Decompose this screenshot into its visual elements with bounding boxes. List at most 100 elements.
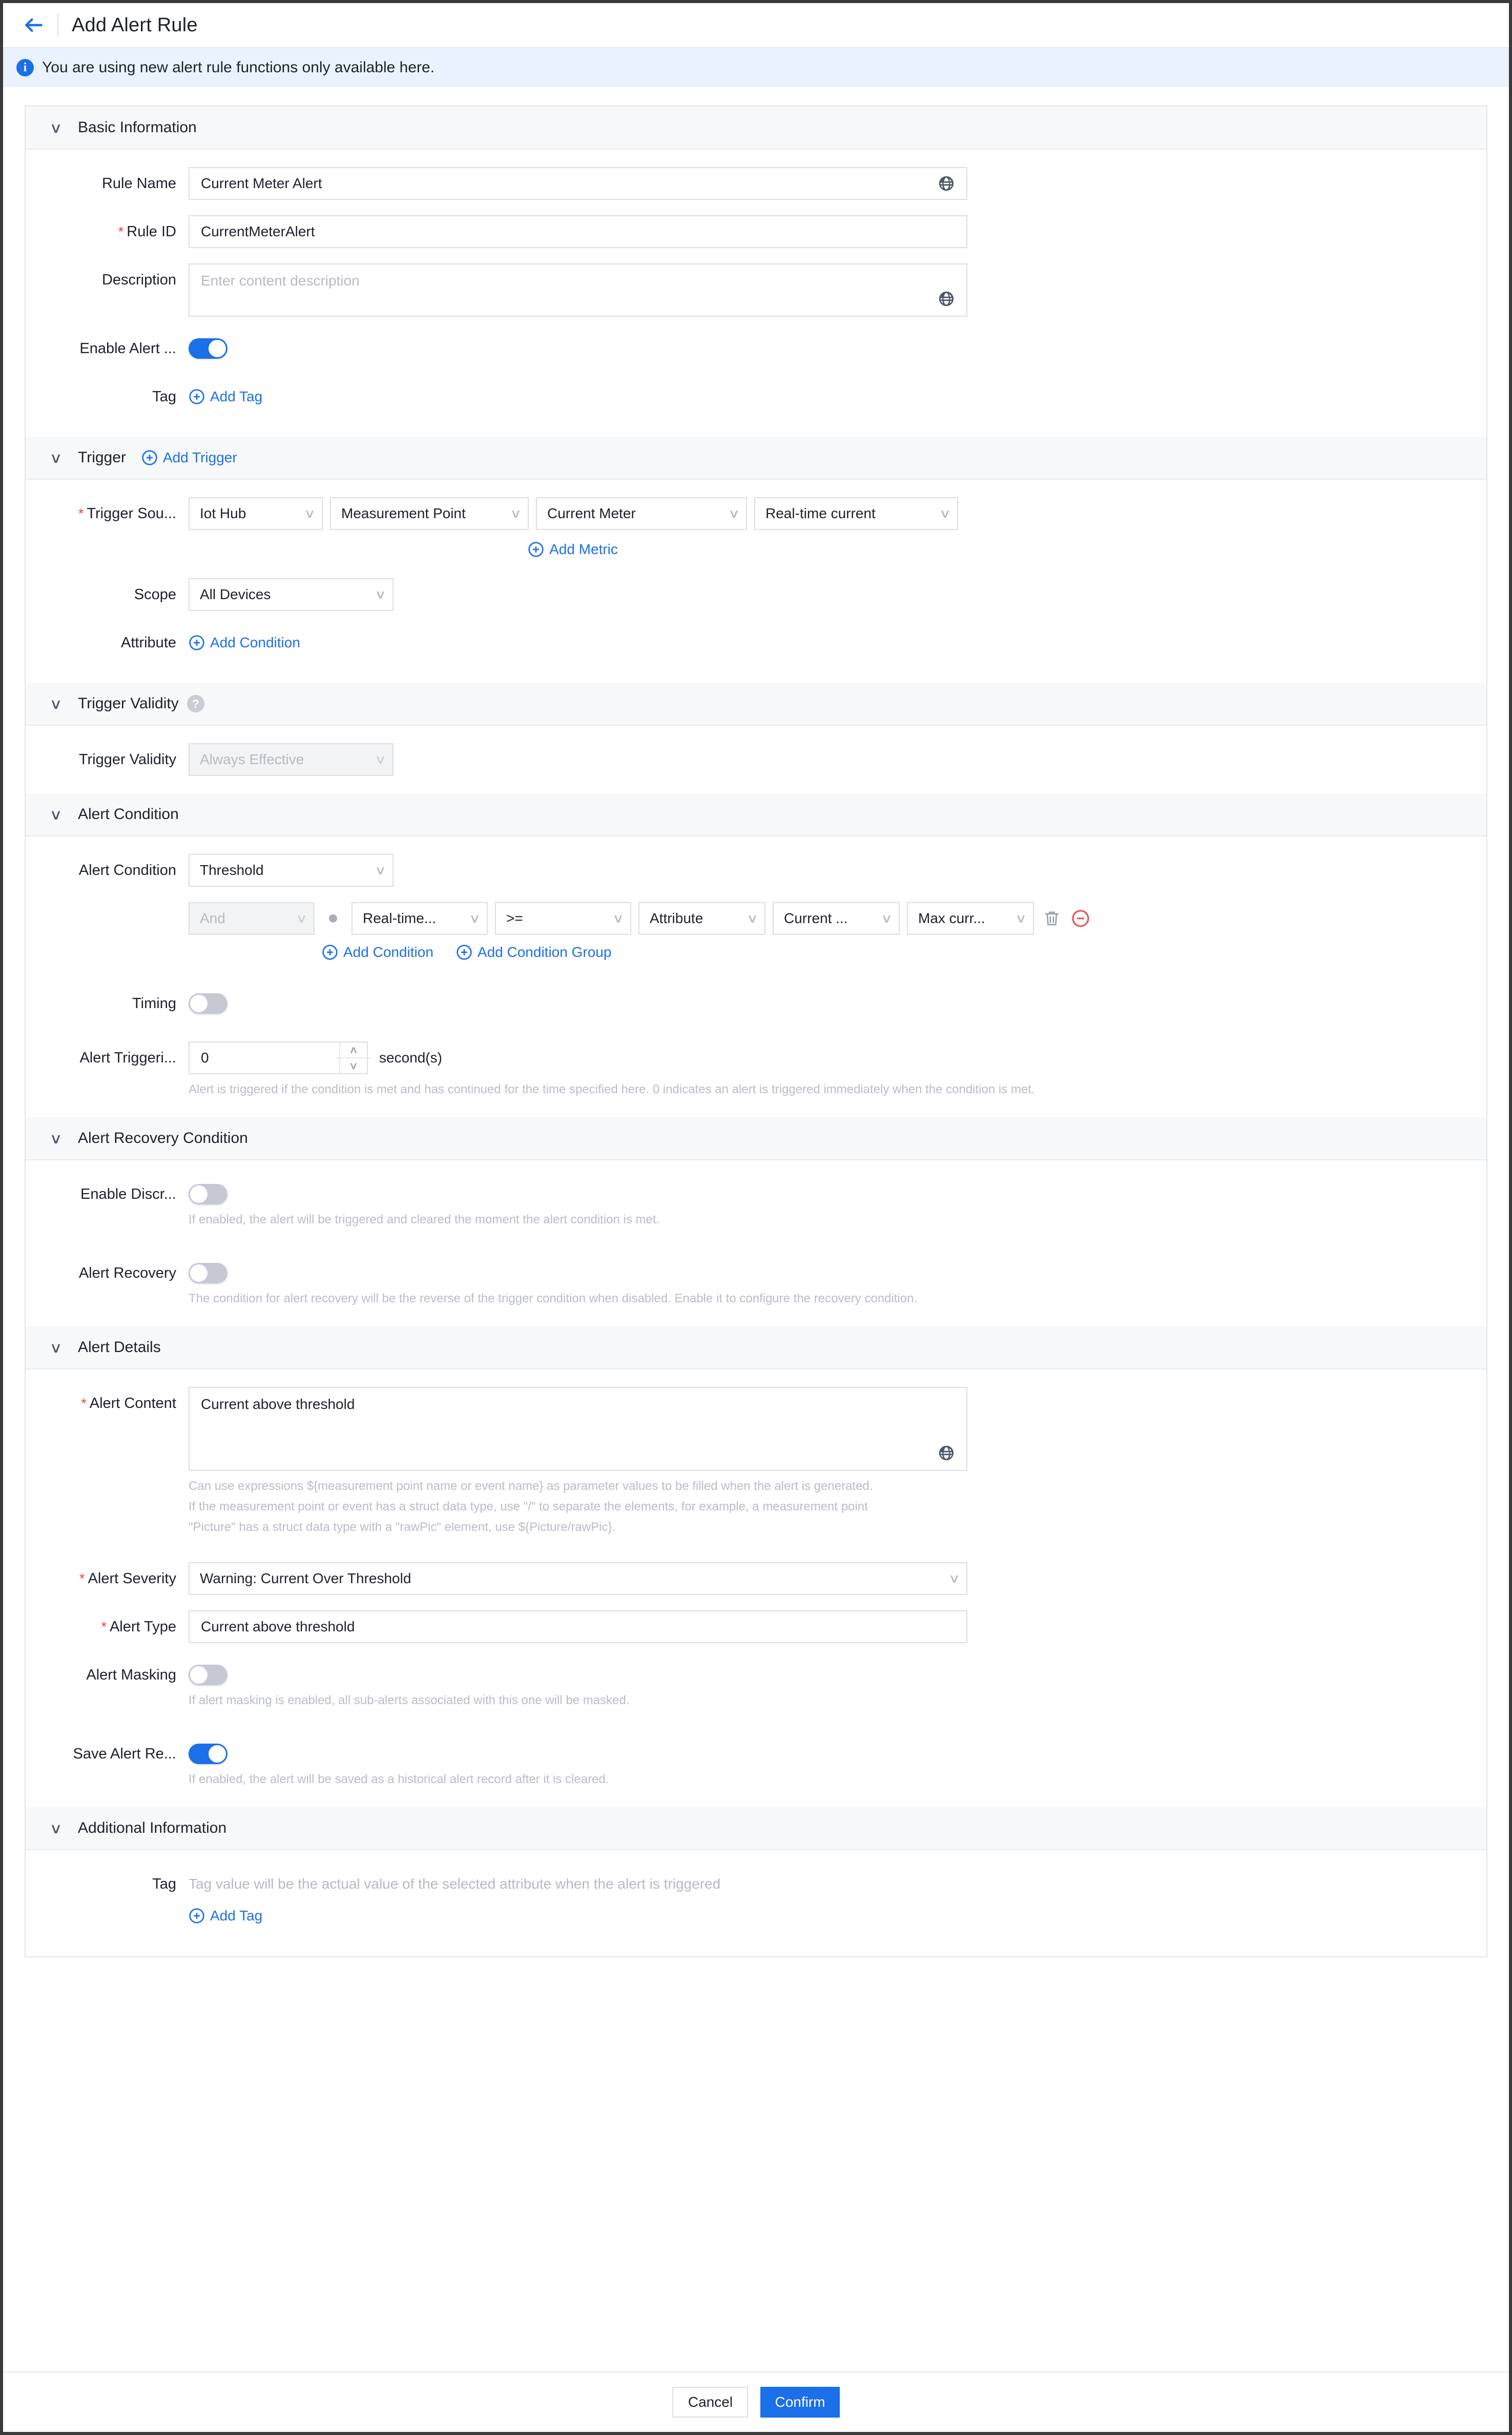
alert-condition-type-select[interactable]: Threshold ∨ [189,854,393,887]
field-row-rule-name: Rule Name Current Meter Alert [26,167,1486,200]
description-textarea[interactable]: Enter content description [189,263,967,317]
field-row-scope: Scope All Devices ∨ [26,578,1486,611]
alert-type-input[interactable]: Current above threshold [189,1610,967,1643]
section-title: Basic Information [78,119,197,136]
chevron-down-icon: ∨ [469,911,481,926]
condition-operator-select[interactable]: >= ∨ [495,902,631,935]
condition-object-select[interactable]: Current ... ∨ [773,902,900,935]
section-header-alert-condition[interactable]: ∨ Alert Condition [26,793,1486,836]
trash-icon[interactable] [1041,908,1063,929]
save-alert-record-toggle[interactable] [189,1744,227,1764]
rule-id-label: * Rule ID [118,223,176,240]
section-title: Alert Condition [78,806,179,823]
enable-discrete-toggle[interactable] [189,1184,227,1204]
add-trigger-button[interactable]: Add Trigger [141,449,237,466]
info-banner: i You are using new alert rule functions… [3,48,1509,87]
alert-triggering-time-stepper[interactable]: 0 ∧ ∨ [189,1041,371,1074]
section-header-trigger[interactable]: ∨ Trigger Add Trigger [26,437,1486,480]
field-row-trigger-source: * Trigger Sou... Iot Hub ∨ Measurement Poi… [26,497,1486,558]
scope-select[interactable]: All Devices ∨ [189,578,393,611]
add-tag-button[interactable]: Add Tag [189,1908,262,1924]
rule-name-input[interactable]: Current Meter Alert [189,167,967,200]
cancel-button[interactable]: Cancel [672,2387,749,2418]
chevron-down-icon: ∨ [612,911,625,926]
additional-tag-label: Tag [152,1876,176,1892]
alert-content-help-line-1: Can use expressions ${measurement point … [189,1479,873,1493]
chevron-down-icon: ∨ [49,1820,63,1836]
trigger-validity-select[interactable]: Always Effective ∨ [189,743,393,776]
add-metric-button[interactable]: Add Metric [528,541,618,558]
alert-recovery-toggle[interactable] [189,1263,227,1283]
alert-triggering-time-help: Alert is triggered if the condition is m… [189,1082,1035,1096]
stepper-arrows[interactable]: ∧ ∨ [336,1042,371,1073]
condition-source-select[interactable]: Attribute ∨ [638,902,765,935]
condition-object-value: Current ... [784,910,848,926]
trigger-source-select-3[interactable]: Current Meter ∨ [536,497,747,530]
chevron-down-icon[interactable]: ∨ [336,1058,371,1073]
field-row-timing: Timing [26,987,1486,1020]
timing-toggle[interactable] [189,993,227,1014]
help-icon[interactable]: ? [187,695,204,712]
chevron-down-icon: ∨ [49,1130,63,1147]
field-row-tag: Tag Add Tag [26,380,1486,419]
trigger-source-select-2[interactable]: Measurement Point ∨ [330,497,529,530]
section-header-basic-information[interactable]: ∨ Basic Information [26,107,1486,150]
section-header-alert-recovery-condition[interactable]: ∨ Alert Recovery Condition [26,1117,1486,1160]
form-card: ∨ Basic Information Rule Name Current Me… [25,106,1487,1957]
trigger-source-select-4[interactable]: Real-time current ∨ [754,497,958,530]
section-header-additional-information[interactable]: ∨ Additional Information [26,1807,1486,1850]
tag-label: Tag [152,388,176,405]
alert-content-help-line-3: "Picture" has a struct data type with a … [189,1520,616,1534]
alert-masking-toggle[interactable] [189,1665,227,1685]
add-condition-button[interactable]: Add Condition [189,626,300,659]
arrow-left-icon[interactable] [22,13,46,37]
required-marker: * [79,1571,85,1586]
scope-value: All Devices [200,586,271,602]
plus-circle-icon [189,389,204,404]
plus-circle-icon [322,945,338,960]
globe-icon[interactable] [938,290,955,308]
plus-circle-icon [457,945,472,960]
save-alert-record-help: If enabled, the alert will be saved as a… [189,1772,609,1786]
section-body-trigger: * Trigger Sou... Iot Hub ∨ Measurement Poi… [26,480,1486,683]
field-row-alert-condition-type: Alert Condition Threshold ∨ And ∨ Real-tim… [26,854,1486,960]
section-header-alert-details[interactable]: ∨ Alert Details [26,1326,1486,1369]
alert-severity-select[interactable]: Warning: Current Over Threshold ∨ [189,1562,967,1595]
form-content: ∨ Basic Information Rule Name Current Me… [3,87,1509,2351]
alert-recovery-help: The condition for alert recovery will be… [189,1292,918,1305]
field-row-alert-severity: * Alert Severity Warning: Current Over Th… [26,1562,1486,1595]
minus-circle-icon[interactable] [1070,908,1091,929]
field-row-alert-triggering-time: Alert Triggeri... 0 ∧ ∨ second(s) Alert … [26,1041,1486,1100]
field-row-alert-type: * Alert Type Current above threshold [26,1610,1486,1643]
globe-icon[interactable] [938,175,955,192]
add-tag-button[interactable]: Add Tag [189,380,262,413]
attribute-label: Attribute [121,635,176,651]
alert-content-textarea[interactable]: Current above threshold [189,1387,967,1471]
confirm-button[interactable]: Confirm [760,2387,840,2418]
trigger-source-value-2: Measurement Point [341,505,466,521]
section-body-trigger-validity: Trigger Validity Always Effective ∨ [26,726,1486,793]
trigger-source-select-1[interactable]: Iot Hub ∨ [189,497,323,530]
condition-bullet-icon [329,914,337,923]
rule-id-value: CurrentMeterAlert [201,223,315,239]
chevron-down-icon: ∨ [49,449,63,466]
section-title: Additional Information [78,1819,227,1836]
add-condition-group-button[interactable]: Add Condition Group [456,944,612,960]
add-condition-label: Add Condition [210,635,300,650]
section-body-alert-recovery-condition: Enable Discr... If enabled, the alert wi… [26,1160,1486,1326]
condition-logic-select[interactable]: And ∨ [189,902,315,935]
chevron-down-icon: ∨ [728,506,740,521]
alert-triggering-time-value: 0 [201,1050,209,1066]
condition-metric-select[interactable]: Real-time... ∨ [351,902,488,935]
rule-id-input[interactable]: CurrentMeterAlert [189,215,967,248]
add-condition-button[interactable]: Add Condition [322,944,433,960]
section-body-additional-information: Tag Tag value will be the actual value o… [26,1850,1486,1956]
chevron-up-icon[interactable]: ∧ [336,1042,371,1058]
globe-icon[interactable] [938,1444,955,1462]
enable-alert-toggle[interactable] [189,338,227,359]
field-row-description: Description Enter content description [26,263,1486,317]
condition-attribute-select[interactable]: Max curr... ∨ [907,902,1034,935]
section-header-trigger-validity[interactable]: ∨ Trigger Validity ? [26,683,1486,726]
add-condition-group-label: Add Condition Group [477,944,612,960]
plus-circle-icon [142,450,157,465]
